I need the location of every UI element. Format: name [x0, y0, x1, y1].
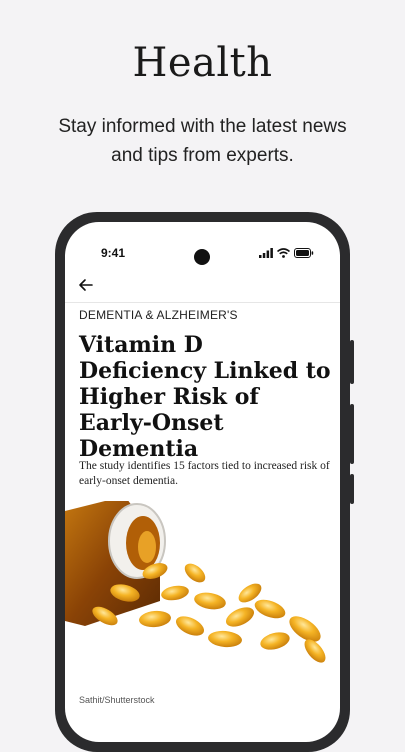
article-nav-bar — [65, 272, 340, 303]
power-button — [350, 474, 354, 504]
phone-screen: 9:41 DEMENTIA & ALZHEIMER'S Vitamin D De… — [65, 222, 340, 742]
arrow-left-icon[interactable] — [75, 274, 97, 296]
image-credit: Sathit/Shutterstock — [79, 695, 155, 705]
article-summary: The study identifies 15 factors tied to … — [79, 460, 330, 487]
battery-icon — [294, 248, 314, 258]
hero-title: Health — [132, 40, 273, 86]
hero-subtitle: Stay informed with the latest news and t… — [58, 116, 347, 166]
article-category[interactable]: DEMENTIA & ALZHEIMER'S — [79, 308, 238, 322]
phone-frame: 9:41 DEMENTIA & ALZHEIMER'S Vitamin D De… — [55, 212, 354, 752]
wifi-icon — [277, 248, 290, 258]
article-image — [65, 501, 340, 671]
signal-icon — [259, 248, 273, 258]
article-headline: Vitamin D Deficiency Linked to Higher Ri… — [79, 332, 331, 462]
status-bar: 9:41 — [65, 244, 340, 265]
status-time: 9:41 — [101, 246, 126, 260]
volume-button — [350, 340, 354, 384]
side-button — [350, 404, 354, 464]
camera-icon — [194, 249, 210, 265]
